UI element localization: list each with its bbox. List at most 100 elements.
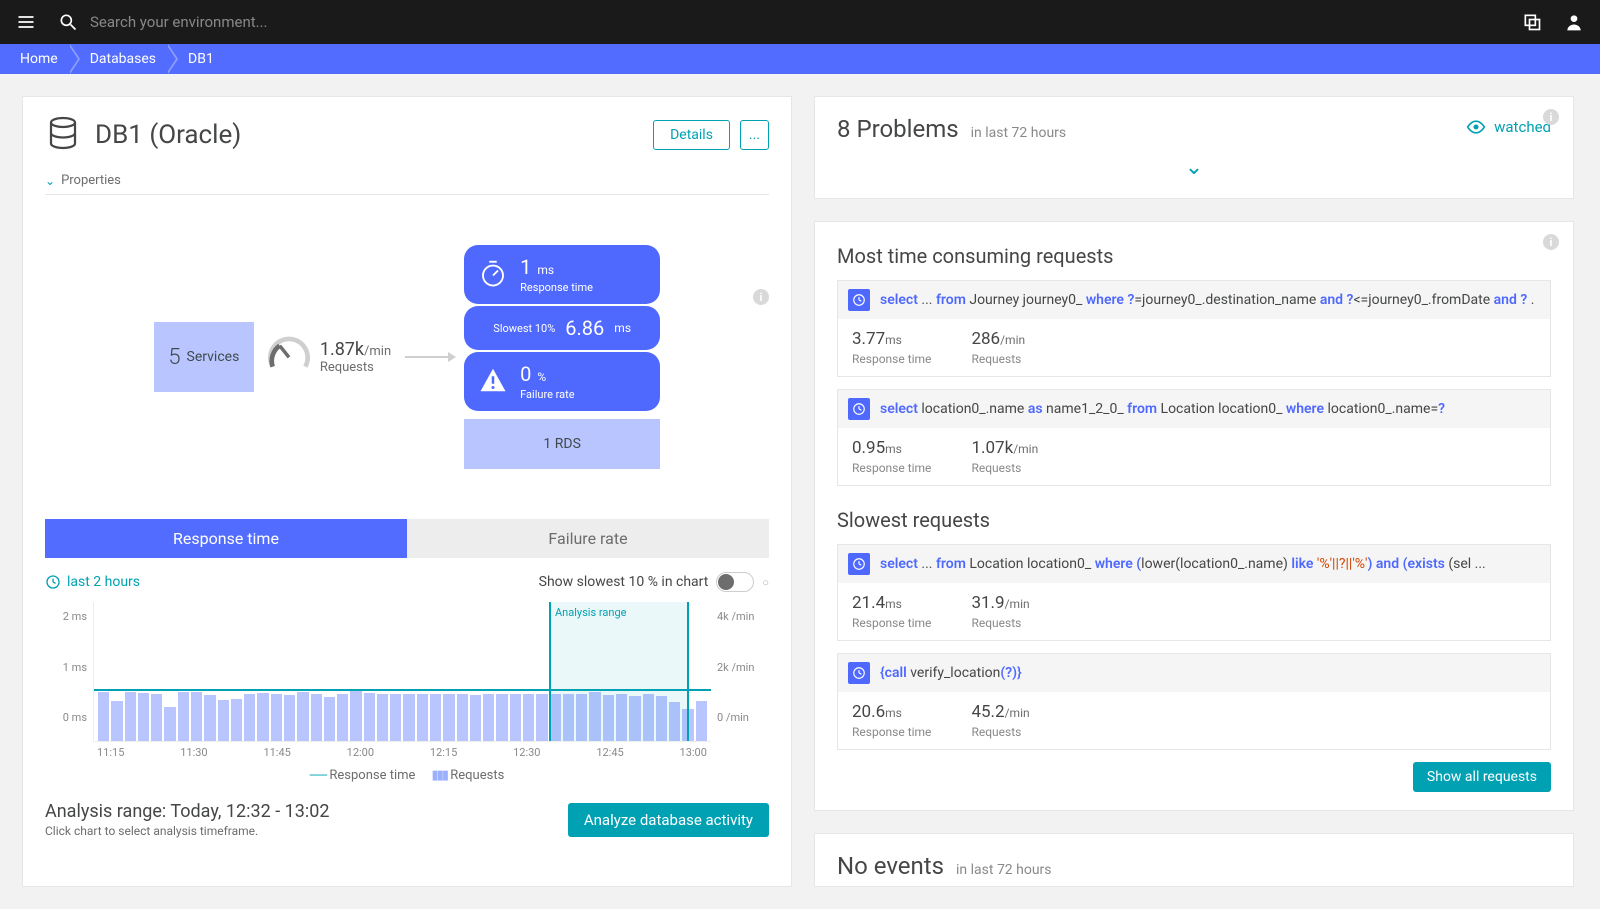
problems-subtitle: in last 72 hours	[971, 125, 1067, 141]
chart-bar	[297, 692, 308, 742]
breadcrumb-home[interactable]: Home	[10, 44, 68, 74]
legend-requests: Requests	[450, 768, 504, 783]
chart-bar	[257, 693, 268, 742]
resp-value: 1	[520, 255, 531, 279]
throughput-label: Requests	[320, 360, 391, 375]
more-button[interactable]: ...	[740, 120, 769, 150]
rt-value: 21.4	[852, 593, 885, 613]
rq-label: Requests	[971, 461, 1038, 475]
rt-label: Response time	[852, 616, 931, 630]
sql-text: select ... from Location location0_ wher…	[880, 556, 1486, 572]
most-request-item[interactable]: select ... from Journey journey0_ where …	[837, 280, 1551, 377]
chart-bar	[271, 694, 282, 741]
analysis-range-text: Analysis range: Today, 12:32 - 13:02	[45, 801, 329, 822]
slowest-toggle[interactable]	[716, 572, 754, 592]
most-request-item[interactable]: select location0_.name as name1_2_0_ fro…	[837, 389, 1551, 486]
rt-label: Response time	[852, 725, 931, 739]
problems-title: 8 Problems	[837, 115, 959, 143]
expand-chevron-icon[interactable]: ⌄	[837, 155, 1551, 180]
analyze-button[interactable]: Analyze database activity	[568, 803, 769, 837]
clock-icon	[45, 574, 61, 590]
services-node[interactable]: 5 Services	[154, 322, 254, 392]
rt-label: Response time	[852, 352, 931, 366]
chart-bar	[430, 694, 441, 741]
arrow-icon	[405, 356, 450, 358]
rt-value: 20.6	[852, 702, 885, 722]
database-icon	[45, 115, 81, 155]
rq-value: 286	[971, 329, 1000, 349]
chart-bar	[204, 695, 215, 741]
chevron-down-icon: ⌄	[45, 174, 55, 188]
timeframe-label: last 2 hours	[67, 574, 140, 590]
slowest-value: 6.86	[565, 316, 604, 340]
properties-toggle[interactable]: ⌄ Properties	[45, 173, 769, 194]
throughput-value: 1.87k	[320, 339, 364, 360]
failure-node[interactable]: 0% Failure rate	[464, 352, 660, 411]
slowest-request-item[interactable]: {call verify_location(?)} 20.6msResponse…	[837, 653, 1551, 750]
chart-bar	[523, 694, 534, 742]
slowest-title: Slowest requests	[837, 508, 1551, 532]
toggle-off-indicator: ○	[762, 576, 769, 589]
properties-label: Properties	[61, 173, 121, 188]
rt-label: Response time	[852, 461, 931, 475]
chart-bar	[218, 700, 229, 741]
chart-bar	[311, 694, 322, 741]
user-icon[interactable]	[1564, 12, 1584, 32]
chart-bar	[178, 692, 189, 741]
fail-unit: %	[537, 370, 546, 384]
rq-value: 45.2	[971, 702, 1004, 722]
rq-label: Requests	[971, 616, 1029, 630]
chart-bar	[337, 694, 348, 741]
sql-text: {call verify_location(?)}	[880, 665, 1022, 681]
chart-bar	[231, 699, 242, 742]
response-time-node[interactable]: 1ms Response time	[464, 245, 660, 304]
topology-diagram: 5 Services 1.87k/min Requests	[45, 195, 769, 509]
watched-toggle[interactable]: watched	[1466, 117, 1551, 137]
response-time-chart[interactable]: 2 ms1 ms0 ms Analysis range 4k /min2k /m…	[45, 602, 769, 742]
slowest-node[interactable]: Slowest 10% 6.86 ms	[464, 306, 660, 350]
chart-bar	[417, 694, 428, 742]
chart-bar	[510, 694, 521, 741]
breadcrumb-db1[interactable]: DB1	[178, 44, 224, 74]
services-label: Services	[187, 349, 240, 365]
details-button[interactable]: Details	[653, 120, 730, 150]
page-title: DB1 (Oracle)	[95, 120, 241, 150]
hamburger-icon[interactable]	[16, 12, 36, 32]
gauge-icon	[268, 334, 310, 380]
chart-bar	[536, 694, 547, 741]
chart-bar	[364, 693, 375, 742]
chart-bar	[483, 694, 494, 742]
analysis-range-overlay[interactable]: Analysis range	[549, 602, 689, 741]
db-overview-card: DB1 (Oracle) Details ... ⌄ Properties i …	[22, 96, 792, 887]
chart-bar	[496, 694, 507, 742]
breadcrumb-databases[interactable]: Databases	[80, 44, 166, 74]
chart-bar	[377, 694, 388, 742]
chart-bar	[443, 694, 454, 741]
show-all-requests-button[interactable]: Show all requests	[1413, 762, 1551, 792]
eye-icon	[1466, 117, 1486, 137]
chart-bar	[403, 694, 414, 741]
info-icon[interactable]: i	[1543, 234, 1559, 250]
fail-value: 0	[520, 362, 531, 386]
query-icon	[848, 662, 870, 684]
tab-failure-rate[interactable]: Failure rate	[407, 519, 769, 558]
requests-card: i Most time consuming requests select ..…	[814, 221, 1574, 811]
events-subtitle: in last 72 hours	[956, 862, 1052, 878]
sql-text: select location0_.name as name1_2_0_ fro…	[880, 401, 1445, 417]
slowest-prefix: Slowest 10%	[493, 322, 555, 335]
rq-label: Requests	[971, 352, 1025, 366]
problems-card: i 8 Problems in last 72 hours watched ⌄	[814, 96, 1574, 199]
rds-node[interactable]: 1 RDS	[464, 419, 660, 469]
query-icon	[848, 553, 870, 575]
windows-icon[interactable]	[1522, 12, 1542, 32]
resp-unit: ms	[537, 263, 554, 277]
tab-response-time[interactable]: Response time	[45, 519, 407, 558]
slowest-request-item[interactable]: select ... from Location location0_ wher…	[837, 544, 1551, 641]
timeframe-selector[interactable]: last 2 hours	[45, 574, 140, 590]
sql-text: select ... from Journey journey0_ where …	[880, 292, 1534, 308]
slowest-unit: ms	[614, 321, 631, 335]
rq-value: 1.07k	[971, 438, 1013, 458]
search-input[interactable]	[90, 13, 490, 31]
search-icon[interactable]	[58, 12, 78, 32]
info-icon[interactable]: i	[1543, 109, 1559, 125]
